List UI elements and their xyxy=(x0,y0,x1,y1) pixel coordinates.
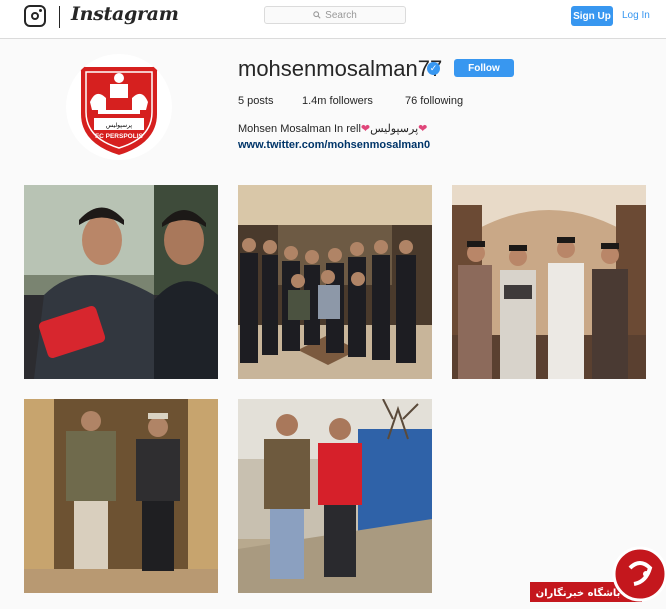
news-watermark-logo: باشگاه خبرنگاران xyxy=(530,546,666,604)
svg-text:FC PERSPOLIS: FC PERSPOLIS xyxy=(95,133,143,140)
search-input[interactable]: Search xyxy=(264,6,406,24)
profile-bio: Mohsen Mosalman In rell❤پرسپولیس❤ xyxy=(238,122,427,135)
post-thumbnail[interactable] xyxy=(238,185,432,379)
followers-count[interactable]: 1.4m followers xyxy=(302,95,373,107)
svg-text:باشگاه خبرنگاران: باشگاه خبرنگاران xyxy=(536,586,621,599)
follow-button[interactable]: Follow xyxy=(454,59,514,77)
divider xyxy=(59,6,60,28)
post-thumbnail[interactable] xyxy=(24,399,218,593)
heart-icon: ❤ xyxy=(360,123,371,135)
instagram-camera-icon[interactable] xyxy=(24,5,46,27)
profile-website-link[interactable]: www.twitter.com/mohsenmosalman0 xyxy=(238,139,430,151)
heart-icon: ❤ xyxy=(418,123,428,135)
login-link[interactable]: Log In xyxy=(622,10,650,21)
post-thumbnail[interactable] xyxy=(452,185,646,379)
post-thumbnail[interactable] xyxy=(24,185,218,379)
bio-name: Mohsen Mosalman In rell xyxy=(238,123,361,135)
profile-username: mohsenmosalman77 xyxy=(238,56,443,81)
verified-badge-icon: ✓ xyxy=(427,62,440,75)
posts-count: 5 posts xyxy=(238,95,274,107)
signup-button[interactable]: Sign Up xyxy=(571,6,613,26)
svg-text:پرسپولیس: پرسپولیس xyxy=(106,122,133,129)
perspolis-logo-icon: پرسپولیس FC PERSPOLIS xyxy=(79,65,159,158)
search-icon xyxy=(313,11,321,19)
instagram-wordmark[interactable]: Instagram xyxy=(71,3,179,25)
search-placeholder: Search xyxy=(325,9,357,21)
top-navbar: Instagram Search Sign Up Log In xyxy=(0,0,666,39)
bio-persian: پرسپولیس xyxy=(370,123,419,135)
following-count[interactable]: 76 following xyxy=(405,95,463,107)
post-thumbnail[interactable] xyxy=(238,399,432,593)
avatar[interactable]: پرسپولیس FC PERSPOLIS xyxy=(66,54,172,160)
